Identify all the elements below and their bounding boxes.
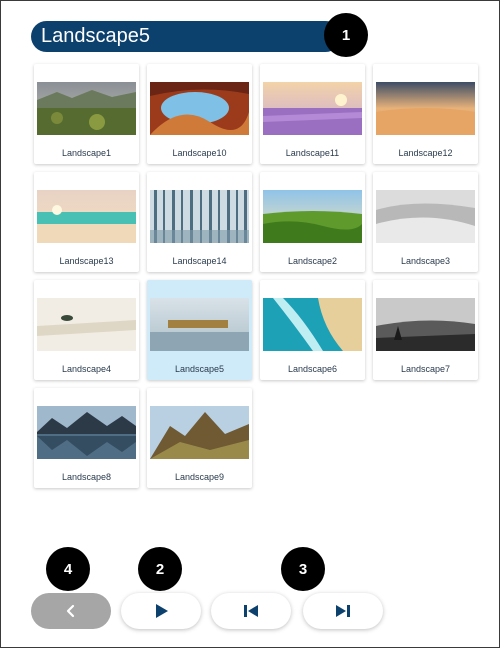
thumbnail-label: Landscape8 [61,472,112,482]
thumbnail-tile[interactable]: Landscape13 [34,172,139,272]
chevron-left-icon [66,604,75,618]
thumbnail-label: Landscape2 [287,256,338,266]
thumbnail-tile[interactable]: Landscape3 [373,172,478,272]
thumbnail-image [376,298,475,351]
last-button[interactable] [303,593,383,629]
thumbnail-label: Landscape13 [59,256,114,266]
thumbnail-tile[interactable]: Landscape7 [373,280,478,380]
play-icon [156,604,168,618]
thumbnail-image [150,82,249,135]
thumbnail-label: Landscape11 [285,148,340,158]
thumbnail-tile-selected[interactable]: Landscape5 [147,280,252,380]
thumbnail-image [150,406,249,459]
thumbnail-label: Landscape5 [174,364,225,374]
play-button[interactable] [121,593,201,629]
thumbnail-image [37,82,136,135]
thumbnail-tile[interactable]: Landscape11 [260,64,365,164]
thumbnail-tile[interactable]: Landscape6 [260,280,365,380]
thumbnail-image [37,190,136,243]
thumbnail-label: Landscape3 [400,256,451,266]
thumbnail-tile[interactable]: Landscape2 [260,172,365,272]
callout-badge-1: 1 [324,13,368,57]
skip-last-icon [336,605,350,617]
thumbnail-label: Landscape9 [174,472,225,482]
previous-button[interactable] [31,593,111,629]
thumbnail-label: Landscape7 [400,364,451,374]
thumbnail-tile[interactable]: Landscape10 [147,64,252,164]
callout-badge-3: 3 [281,547,325,591]
thumbnail-image [376,82,475,135]
thumbnail-tile[interactable]: Landscape12 [373,64,478,164]
thumbnail-image [263,190,362,243]
thumbnail-image [263,298,362,351]
thumbnail-label: Landscape6 [287,364,338,374]
thumbnail-tile[interactable]: Landscape8 [34,388,139,488]
thumbnail-image [263,82,362,135]
thumbnail-tile[interactable]: Landscape14 [147,172,252,272]
page-title: Landscape5 [31,21,341,52]
first-button[interactable] [211,593,291,629]
viewer-frame: Landscape5 1 Landscape1 Landscape10 Land… [0,0,500,648]
thumbnail-label: Landscape1 [61,148,112,158]
callout-badge-2: 2 [138,547,182,591]
thumbnail-image [150,190,249,243]
thumbnail-label: Landscape4 [61,364,112,374]
thumbnail-tile[interactable]: Landscape9 [147,388,252,488]
skip-first-icon [244,605,258,617]
callout-badge-4: 4 [46,547,90,591]
thumbnail-image [37,406,136,459]
thumbnail-image [376,190,475,243]
thumbnail-image [37,298,136,351]
thumbnail-label: Landscape12 [398,148,453,158]
thumbnail-image [150,298,249,351]
thumbnail-tile[interactable]: Landscape1 [34,64,139,164]
thumbnail-label: Landscape10 [172,148,227,158]
thumbnail-tile[interactable]: Landscape4 [34,280,139,380]
thumbnail-label: Landscape14 [172,256,227,266]
